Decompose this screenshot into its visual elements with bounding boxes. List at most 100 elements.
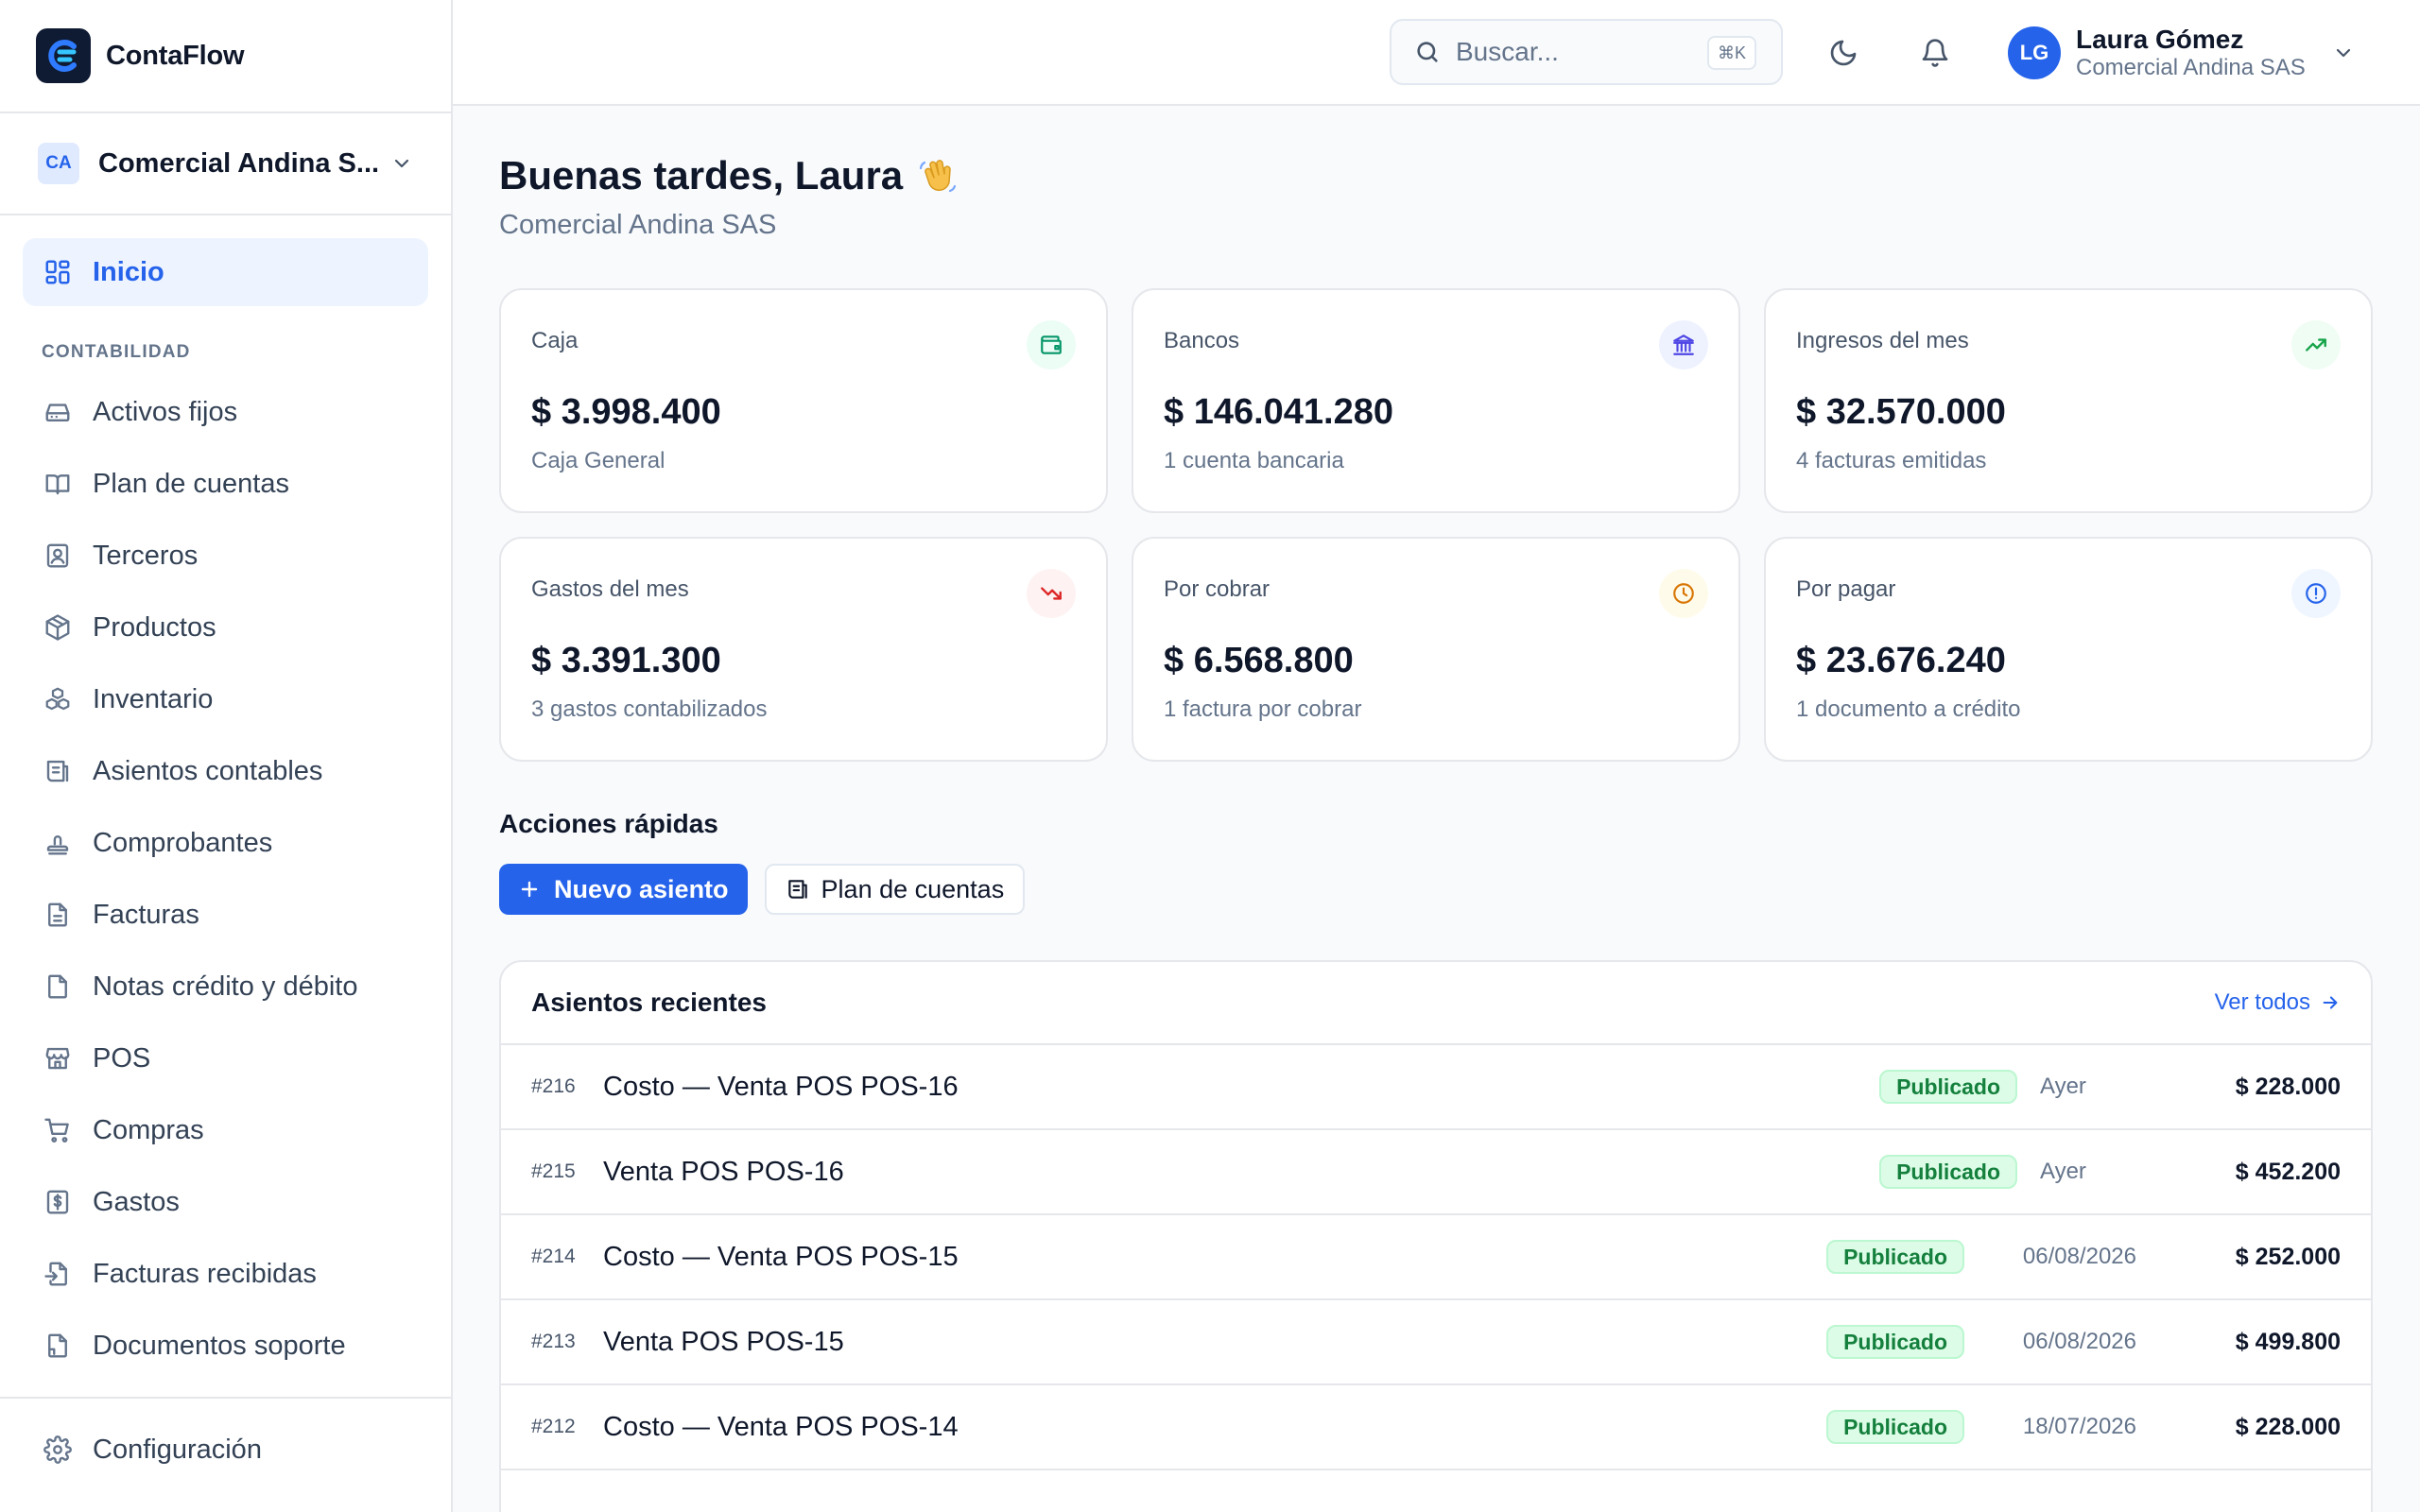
sidebar-item-label: Plan de cuentas [93, 468, 289, 499]
sidebar-item-label: Asientos contables [93, 755, 323, 786]
package-icon [42, 611, 74, 644]
chevron-down-icon [390, 152, 413, 175]
chart-of-accounts-button[interactable]: Plan de cuentas [764, 864, 1026, 915]
sidebar-item-compras[interactable]: Compras [23, 1094, 428, 1166]
table-row[interactable]: #216 Costo — Venta POS POS-16 Publicado … [501, 1045, 2371, 1130]
entry-description: Venta POS POS-16 [603, 1156, 844, 1187]
table-row[interactable]: #214 Costo — Venta POS POS-15 Publicado … [501, 1215, 2371, 1300]
search-box[interactable]: ⌘K [1390, 19, 1783, 85]
bell-icon [1920, 38, 1950, 68]
user-company: Comercial Andina SAS [2076, 55, 2306, 80]
sidebar-item-label: Facturas recibidas [93, 1258, 317, 1289]
kpi-subtext: 3 gastos contabilizados [531, 696, 768, 722]
sidebar-item-configuracion[interactable]: Configuración [23, 1416, 428, 1484]
search-input[interactable] [1456, 37, 1692, 67]
sidebar-item-activos-fijos[interactable]: Activos fijos [23, 376, 428, 448]
entry-date: Ayer [2040, 1159, 2086, 1184]
plus-icon [518, 878, 554, 901]
stamp-icon [42, 827, 74, 859]
sidebar-item-label: Comprobantes [93, 827, 273, 858]
kpi-card-por-pagar[interactable]: Por pagar $ 23.676.240 1 documento a cré… [1764, 537, 2373, 762]
kpi-card-ingresos[interactable]: Ingresos del mes $ 32.570.000 4 facturas… [1764, 288, 2373, 513]
kpi-card-bancos[interactable]: Bancos $ 146.041.280 1 cuenta bancaria [1132, 288, 1740, 513]
chevron-down-icon [2332, 42, 2355, 64]
sidebar-item-pos[interactable]: POS [23, 1022, 428, 1094]
sidebar-item-label: Productos [93, 611, 216, 643]
app-name: ContaFlow [106, 40, 245, 71]
theme-toggle-button[interactable] [1823, 32, 1864, 74]
sidebar-item-inventario[interactable]: Inventario [23, 663, 428, 735]
table-row[interactable] [501, 1470, 2371, 1512]
trending-up-icon [2291, 320, 2341, 369]
chart-of-accounts-label: Plan de cuentas [821, 874, 1005, 903]
table-row[interactable]: #212 Costo — Venta POS POS-14 Publicado … [501, 1385, 2371, 1470]
notifications-button[interactable] [1914, 32, 1956, 74]
recent-entries-card: Asientos recientes Ver todos #216 Costo … [499, 960, 2373, 1512]
kpi-label: Bancos [1164, 328, 1240, 353]
kpi-value: $ 146.041.280 [1164, 392, 1394, 432]
sidebar-item-label: POS [93, 1042, 151, 1074]
entry-amount: $ 499.800 [2235, 1328, 2341, 1355]
ledger-icon [786, 877, 821, 902]
sidebar-item-inicio[interactable]: Inicio [23, 238, 428, 306]
status-badge: Publicado [1826, 1410, 1964, 1444]
kpi-card-gastos[interactable]: Gastos del mes $ 3.391.300 3 gastos cont… [499, 537, 1108, 762]
status-badge: Publicado [1826, 1240, 1964, 1274]
kpi-subtext: 1 cuenta bancaria [1164, 448, 1344, 473]
sidebar-item-label: Compras [93, 1114, 204, 1145]
user-menu[interactable]: LG Laura Gómez Comercial Andina SAS [2008, 23, 2355, 83]
entry-number: #214 [531, 1246, 576, 1267]
kpi-subtext: 1 documento a crédito [1796, 696, 2021, 722]
kpi-value: $ 23.676.240 [1796, 641, 2006, 680]
entry-description: Costo — Venta POS POS-16 [603, 1071, 959, 1102]
sidebar-item-gastos[interactable]: Gastos [23, 1166, 428, 1238]
entry-date: 06/08/2026 [2022, 1329, 2136, 1354]
company-name: Comercial Andina S... [98, 147, 380, 179]
status-badge: Publicado [1826, 1325, 1964, 1359]
status-badge: Publicado [1879, 1155, 2017, 1189]
sidebar-item-comprobantes[interactable]: Comprobantes [23, 807, 428, 879]
brand[interactable]: ContaFlow [0, 0, 451, 113]
sidebar-item-asientos-contables[interactable]: Asientos contables [23, 735, 428, 807]
quick-actions-title: Acciones rápidas [499, 809, 718, 838]
sidebar-item-label: Inventario [93, 683, 214, 714]
sidebar-nav: Inicio CONTABILIDAD Activos fijos Plan d… [0, 215, 451, 1382]
kpi-value: $ 32.570.000 [1796, 392, 2006, 432]
kpi-grid: Caja $ 3.998.400 Caja General Bancos $ 1… [499, 288, 2373, 762]
entry-number: #212 [531, 1416, 576, 1437]
arrow-right-icon [2310, 992, 2341, 1013]
entry-date: 06/08/2026 [2022, 1244, 2136, 1269]
sidebar-footer: Configuración [0, 1397, 451, 1512]
table-row[interactable]: #213 Venta POS POS-15 Publicado 06/08/20… [501, 1300, 2371, 1385]
sidebar-item-terceros[interactable]: Terceros [23, 520, 428, 592]
sidebar-item-productos[interactable]: Productos [23, 592, 428, 663]
sidebar-item-notas-credito-debito[interactable]: Notas crédito y débito [23, 951, 428, 1022]
kpi-card-caja[interactable]: Caja $ 3.998.400 Caja General [499, 288, 1108, 513]
nav-section-contabilidad: CONTABILIDAD [42, 342, 191, 362]
kpi-label: Caja [531, 328, 579, 353]
ledger-icon [42, 755, 74, 787]
trending-down-icon [1027, 569, 1076, 618]
sidebar-item-documentos-soporte[interactable]: Documentos soporte [23, 1310, 428, 1382]
kpi-subtext: 4 facturas emitidas [1796, 448, 1987, 473]
see-all-link[interactable]: Ver todos [2215, 989, 2341, 1016]
alert-circle-icon [2291, 569, 2341, 618]
kpi-card-por-cobrar[interactable]: Por cobrar $ 6.568.800 1 factura por cob… [1132, 537, 1740, 762]
sidebar-item-plan-de-cuentas[interactable]: Plan de cuentas [23, 448, 428, 520]
entry-number: #215 [531, 1160, 576, 1182]
sidebar: ContaFlow CA Comercial Andina S... Inici… [0, 0, 453, 1512]
table-row[interactable]: #215 Venta POS POS-16 Publicado Ayer $ 4… [501, 1130, 2371, 1215]
entry-description: Venta POS POS-15 [603, 1326, 844, 1357]
bank-icon [1659, 320, 1708, 369]
entry-amount: $ 228.000 [2235, 1073, 2341, 1100]
company-switcher[interactable]: CA Comercial Andina S... [0, 113, 451, 215]
kpi-subtext: 1 factura por cobrar [1164, 696, 1362, 722]
dashboard-icon [42, 256, 74, 288]
entry-date: Ayer [2040, 1074, 2086, 1099]
sidebar-item-label: Documentos soporte [93, 1330, 346, 1361]
main-content: Buenas tardes, Laura Comercial Andina SA… [499, 106, 2373, 1512]
sidebar-item-facturas[interactable]: Facturas [23, 879, 428, 951]
file-icon [42, 971, 74, 1003]
sidebar-item-facturas-recibidas[interactable]: Facturas recibidas [23, 1238, 428, 1310]
new-entry-button[interactable]: Nuevo asiento [499, 864, 748, 915]
